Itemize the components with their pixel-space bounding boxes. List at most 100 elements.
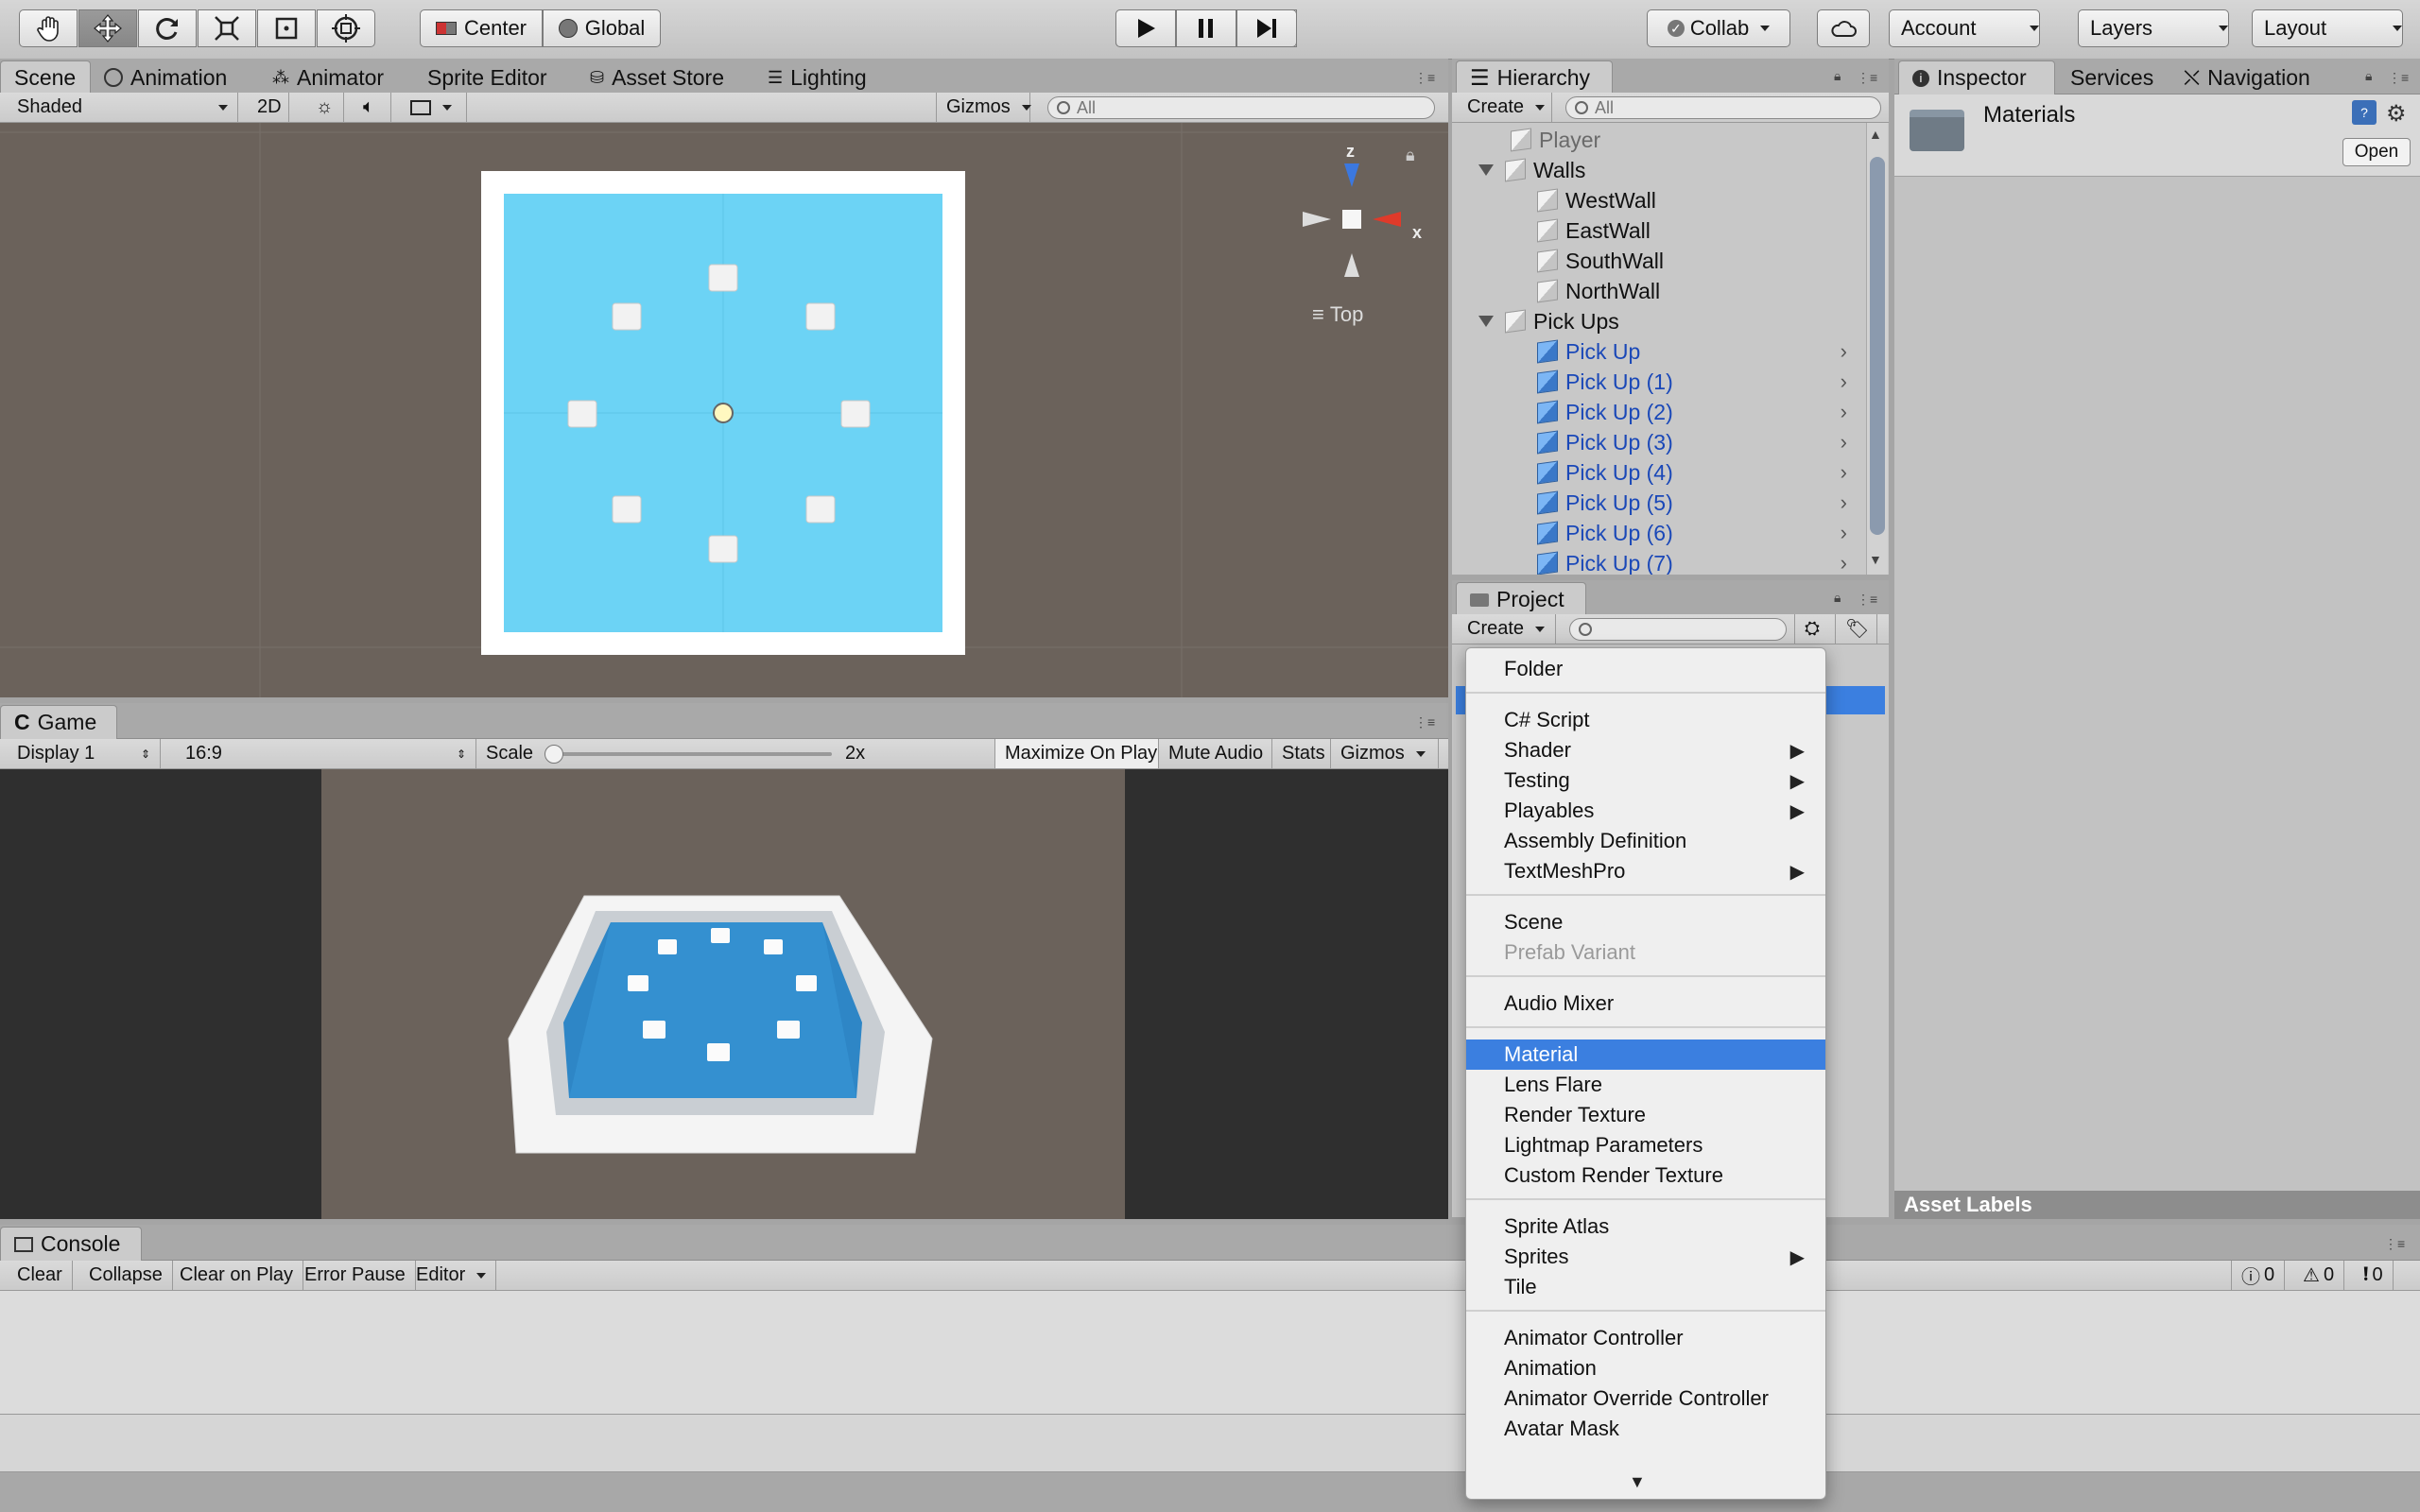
slider-thumb[interactable] [544, 744, 564, 764]
menu-item-render-texture[interactable]: Render Texture [1466, 1100, 1825, 1130]
help-book-icon[interactable]: ? [2352, 100, 2377, 125]
tab-sprite-editor[interactable]: Sprite Editor [427, 60, 547, 94]
scale-slider[interactable]: Scale 2x [476, 739, 996, 768]
console-clear-on-play-button[interactable]: Clear on Play [170, 1261, 304, 1290]
project-search-input[interactable] [1569, 618, 1787, 641]
asset-labels-bar[interactable]: Asset Labels [1894, 1191, 2420, 1219]
tab-game[interactable]: C Game [0, 705, 117, 739]
scene-search-input[interactable]: All [1047, 96, 1435, 119]
hierarchy-item[interactable]: Pick Up (3) › [1537, 427, 1866, 457]
move-tool-button[interactable] [78, 9, 137, 47]
scene-gizmos-dropdown[interactable]: Gizmos [936, 93, 1030, 122]
cloud-button[interactable] [1817, 9, 1870, 47]
layers-dropdown[interactable]: Layers [2078, 9, 2229, 47]
menu-item-lens-flare[interactable]: Lens Flare [1466, 1070, 1825, 1100]
menu-item-material[interactable]: Material [1466, 1040, 1825, 1070]
tab-asset-store[interactable]: ⛁ Asset Store [590, 60, 724, 94]
pause-button[interactable] [1176, 9, 1236, 47]
effects-dropdown[interactable] [401, 93, 467, 122]
2d-toggle[interactable]: 2D [248, 93, 289, 122]
transform-tool-button[interactable] [317, 9, 375, 47]
tab-scene[interactable]: Scene [0, 60, 91, 94]
game-gizmos-dropdown[interactable]: Gizmos [1331, 739, 1439, 768]
filter-type-button[interactable]: ⛭ [1794, 614, 1836, 644]
menu-item-c-script[interactable]: C# Script [1466, 705, 1825, 735]
info-count-toggle[interactable]: ⓘ 0 [2231, 1261, 2286, 1290]
project-create-dropdown[interactable]: Create [1458, 614, 1556, 644]
hierarchy-item[interactable]: SouthWall [1537, 246, 1866, 276]
game-panel-menu-icon[interactable]: ⋮≡ [1414, 714, 1435, 730]
open-button[interactable]: Open [2342, 138, 2411, 166]
hierarchy-item[interactable]: EastWall [1537, 215, 1866, 246]
hierarchy-lock-icon[interactable]: 🔒︎ [1834, 68, 1841, 84]
menu-item-sprite-atlas[interactable]: Sprite Atlas [1466, 1211, 1825, 1242]
menu-item-scene[interactable]: Scene [1466, 907, 1825, 937]
scene-view[interactable]: z x ≡ Top 🔒︎ [0, 123, 1448, 697]
hierarchy-scrollbar[interactable]: ▲ ▼ [1866, 123, 1888, 575]
tab-inspector[interactable]: i Inspector [1898, 60, 2055, 94]
stats-toggle[interactable]: Stats [1272, 739, 1331, 768]
audio-toggle[interactable]: 🔈︎ [354, 93, 391, 122]
rect-tool-button[interactable] [257, 9, 316, 47]
prefab-open-chevron-icon[interactable]: › [1841, 490, 1847, 515]
menu-item-audio-mixer[interactable]: Audio Mixer [1466, 988, 1825, 1019]
project-panel-menu-icon[interactable]: ⋮≡ [1857, 592, 1877, 607]
layout-dropdown[interactable]: Layout [2252, 9, 2403, 47]
display-dropdown[interactable]: Display 1 ⇕ [8, 739, 161, 768]
menu-item-assembly-definition[interactable]: Assembly Definition [1466, 826, 1825, 856]
maximize-on-play-toggle[interactable]: Maximize On Play [994, 739, 1159, 768]
hand-tool-button[interactable] [19, 9, 78, 47]
tab-console[interactable]: Console [0, 1227, 142, 1261]
scroll-down-icon[interactable]: ▼ [1869, 552, 1882, 567]
prefab-open-chevron-icon[interactable]: › [1841, 460, 1847, 485]
tab-animation[interactable]: Animation [104, 60, 227, 94]
hierarchy-panel-menu-icon[interactable]: ⋮≡ [1857, 70, 1877, 85]
tab-navigation[interactable]: ⛌ Navigation [2184, 60, 2310, 94]
menu-item-custom-render-texture[interactable]: Custom Render Texture [1466, 1160, 1825, 1191]
console-editor-dropdown[interactable]: Editor [406, 1261, 497, 1290]
account-dropdown[interactable]: Account [1889, 9, 2040, 47]
mute-audio-toggle[interactable]: Mute Audio [1159, 739, 1272, 768]
menu-item-animator-override-controller[interactable]: Animator Override Controller [1466, 1383, 1825, 1414]
game-view[interactable] [0, 769, 1448, 1219]
filter-label-button[interactable]: 🏷︎ [1836, 614, 1877, 644]
prefab-open-chevron-icon[interactable]: › [1841, 400, 1847, 424]
prefab-open-chevron-icon[interactable]: › [1841, 551, 1847, 575]
step-button[interactable] [1236, 9, 1297, 47]
menu-item-tile[interactable]: Tile [1466, 1272, 1825, 1302]
menu-scroll-down-icon[interactable]: ▼ [1629, 1472, 1646, 1492]
tab-services[interactable]: Services [2070, 60, 2153, 94]
play-button-visual[interactable] [1115, 9, 1176, 47]
rotate-tool-button[interactable] [138, 9, 197, 47]
lighting-toggle[interactable]: ☼ [306, 93, 344, 122]
scroll-up-icon[interactable]: ▲ [1869, 127, 1882, 142]
warning-count-toggle[interactable]: ⚠︎ 0 [2293, 1261, 2345, 1290]
hierarchy-item[interactable]: Pick Up › [1537, 336, 1866, 367]
console-collapse-button[interactable]: Collapse [79, 1261, 173, 1290]
console-clear-button[interactable]: Clear [8, 1261, 73, 1290]
menu-item-shader[interactable]: Shader ▶ [1466, 735, 1825, 765]
error-count-toggle[interactable]: ❗︎ 0 [2354, 1261, 2394, 1290]
hierarchy-item[interactable]: NorthWall [1537, 276, 1866, 306]
hierarchy-item[interactable]: Pick Up (7) › [1537, 548, 1866, 575]
hierarchy-search-input[interactable]: All [1565, 96, 1881, 119]
collab-dropdown[interactable]: ✓ Collab [1647, 9, 1790, 47]
hierarchy-item[interactable]: WestWall [1537, 185, 1866, 215]
shading-dropdown[interactable]: Shaded [8, 93, 238, 122]
console-log[interactable] [0, 1291, 2420, 1415]
prefab-open-chevron-icon[interactable]: › [1841, 521, 1847, 545]
space-global-toggle[interactable]: Global [543, 9, 661, 47]
hierarchy-item[interactable]: Pick Up (2) › [1537, 397, 1866, 427]
tab-animator[interactable]: ⁂ Animator [272, 60, 384, 94]
scene-panel-menu-icon[interactable]: ⋮≡ [1414, 70, 1435, 85]
hierarchy-create-dropdown[interactable]: Create [1458, 93, 1552, 122]
menu-item-folder[interactable]: Folder [1466, 654, 1825, 684]
tab-project[interactable]: Project [1456, 582, 1586, 616]
scene-orientation-gizmo[interactable]: z x ≡ Top [1286, 142, 1437, 331]
prefab-open-chevron-icon[interactable]: › [1841, 339, 1847, 364]
menu-item-avatar-mask[interactable]: Avatar Mask [1466, 1414, 1825, 1444]
tab-lighting[interactable]: ☰ Lighting [768, 60, 867, 94]
expand-triangle-icon[interactable] [1478, 316, 1494, 327]
inspector-lock-icon[interactable]: 🔒︎ [2365, 68, 2372, 84]
hierarchy-item[interactable]: Walls [1478, 155, 1866, 185]
